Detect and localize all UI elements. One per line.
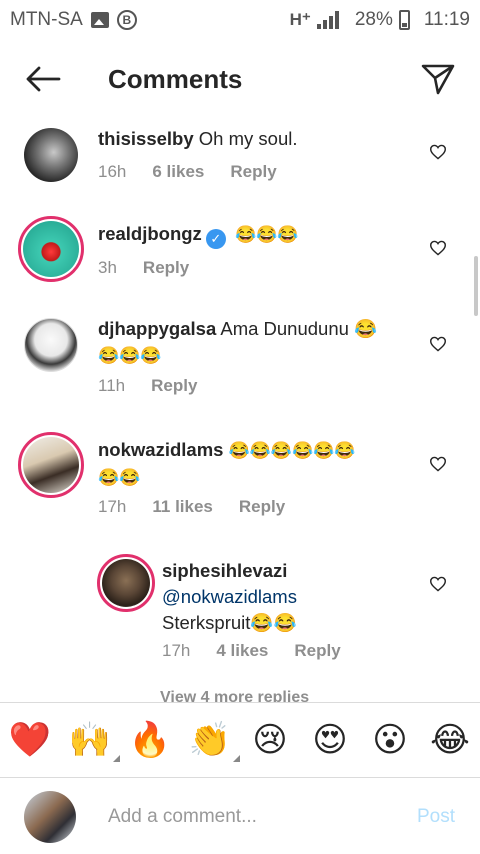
comment-text-continued: 😂😂 xyxy=(98,468,141,487)
emoji-quick-bar: ❤️ 🙌 🔥 👏 😢 😍 😮 😂 xyxy=(0,702,480,778)
heart-eyes-emoji-button[interactable]: 😍 xyxy=(306,716,354,764)
surprised-emoji-button[interactable]: 😮 xyxy=(366,716,414,764)
share-button[interactable] xyxy=(408,50,468,108)
image-notification-icon xyxy=(90,12,109,28)
comment-item: thisisselby Oh my soul. 16h 6 likes Repl… xyxy=(0,124,480,194)
comment-item: nokwazidlams 😂😂😂😂😂😂 😂😂 17h 11 likes Repl… xyxy=(0,432,480,522)
comment-username[interactable]: djhappygalsa xyxy=(98,318,216,339)
back-button[interactable] xyxy=(8,50,78,108)
comment-likes[interactable]: 11 likes xyxy=(152,497,213,517)
comment-input[interactable] xyxy=(108,805,398,828)
comment-time: 17h xyxy=(98,497,127,516)
reply-button[interactable]: Reply xyxy=(143,258,189,278)
b-notification-icon: B xyxy=(116,10,137,30)
comment-time: 3h xyxy=(98,258,117,277)
avatar[interactable] xyxy=(97,554,155,612)
comment-username[interactable]: realdjbongz xyxy=(98,223,202,244)
comment-username[interactable]: nokwazidlams xyxy=(98,439,223,460)
avatar[interactable] xyxy=(24,128,78,182)
reply-button[interactable]: Reply xyxy=(294,641,340,661)
reply-button[interactable]: Reply xyxy=(151,376,197,396)
comment-username[interactable]: thisisselby xyxy=(98,128,194,149)
comment-text-continued: 😂😂😂 xyxy=(98,346,162,365)
like-heart-icon[interactable] xyxy=(428,143,448,161)
skin-tone-indicator xyxy=(113,755,120,762)
comment-likes[interactable]: 6 likes xyxy=(152,162,204,182)
paper-plane-icon xyxy=(421,64,455,95)
scrollbar[interactable] xyxy=(474,256,478,316)
avatar[interactable] xyxy=(18,216,84,282)
like-heart-icon[interactable] xyxy=(428,239,448,257)
clapping-emoji-button[interactable]: 👏 xyxy=(186,716,240,764)
comment-likes[interactable]: 4 likes xyxy=(216,641,268,661)
verified-badge-icon: ✓ xyxy=(205,229,226,249)
reply-button[interactable]: Reply xyxy=(230,162,276,182)
comment-text: 😂😂😂😂😂😂 xyxy=(228,441,356,460)
skin-tone-indicator xyxy=(233,755,240,762)
comment-time: 11h xyxy=(98,376,126,395)
reply-button[interactable]: Reply xyxy=(239,497,285,517)
reply-comment-item: siphesihlevazi @nokwazidlams Sterkspruit… xyxy=(0,552,480,672)
comment-text: Ama Dunudunu 😂 xyxy=(220,318,378,339)
clock: 11:19 xyxy=(423,9,470,30)
crying-emoji-button[interactable]: 😢 xyxy=(246,716,294,764)
post-button[interactable]: Post xyxy=(417,806,455,828)
arrow-left-icon xyxy=(26,66,61,92)
header: Comments xyxy=(0,50,480,108)
mention-link[interactable]: @nokwazidlams xyxy=(162,586,297,607)
comment-text: Sterkspruit😂😂 xyxy=(162,612,297,633)
user-avatar xyxy=(24,790,76,843)
avatar[interactable] xyxy=(18,432,84,498)
fire-emoji-button[interactable]: 🔥 xyxy=(126,716,174,764)
signal-icon xyxy=(316,11,339,29)
comment-time: 16h xyxy=(98,162,127,181)
like-heart-icon[interactable] xyxy=(428,335,448,353)
laughing-emoji-button[interactable]: 😂 xyxy=(426,716,474,764)
comment-username[interactable]: siphesihlevazi xyxy=(162,560,287,581)
avatar[interactable] xyxy=(24,318,78,372)
comment-text: 😂😂😂 xyxy=(234,225,299,244)
heart-emoji-button[interactable]: ❤️ xyxy=(6,716,54,764)
carrier-label: MTN-SA xyxy=(10,9,83,30)
page-title: Comments xyxy=(108,63,243,94)
network-type: H⁺ xyxy=(289,10,311,29)
like-heart-icon[interactable] xyxy=(428,455,448,473)
like-heart-icon[interactable] xyxy=(428,575,448,593)
battery-percent: 28% xyxy=(354,9,393,30)
status-bar: MTN-SA B H⁺ 28% 11:19 xyxy=(0,0,480,40)
add-comment-bar: Post xyxy=(0,779,480,854)
comment-text: Oh my soul. xyxy=(198,128,298,149)
comment-item: djhappygalsa Ama Dunudunu 😂 😂😂😂 11h Repl… xyxy=(0,314,480,404)
comment-item: realdjbongz ✓ 😂😂😂 3h Reply xyxy=(0,216,480,286)
raised-hands-emoji-button[interactable]: 🙌 xyxy=(66,716,120,764)
battery-icon xyxy=(398,10,410,30)
comment-time: 17h xyxy=(162,641,191,660)
